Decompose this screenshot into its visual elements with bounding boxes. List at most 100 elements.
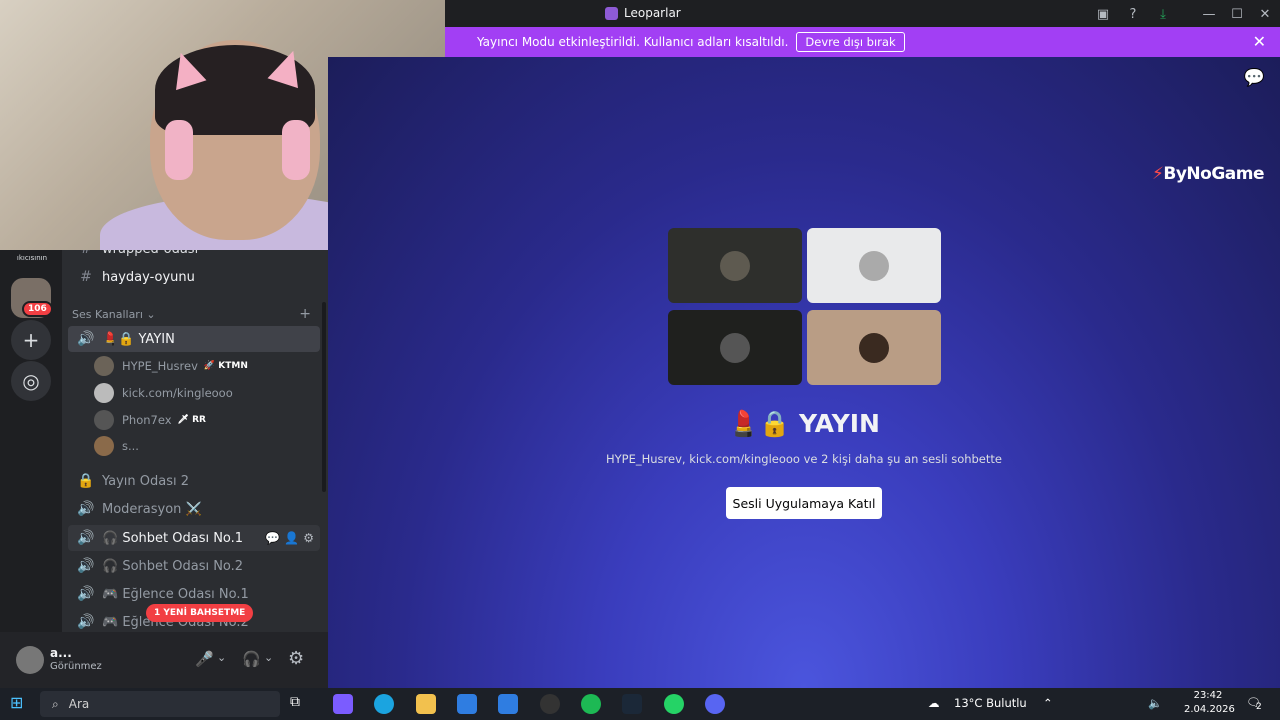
spotify-icon[interactable] xyxy=(581,694,601,714)
server-label: ıkıcısının xyxy=(16,254,48,262)
headphones-icon[interactable]: 🎧 xyxy=(242,650,261,668)
participant-tile[interactable] xyxy=(807,228,941,303)
user-name: kick.com/kingleooo xyxy=(122,386,233,400)
file-explorer-icon[interactable] xyxy=(416,694,436,714)
store-icon[interactable] xyxy=(457,694,477,714)
screen-share-icon[interactable]: ▣ xyxy=(1093,4,1113,24)
invite-icon[interactable]: 👤 xyxy=(284,531,299,545)
user-status: Görünmez xyxy=(50,661,102,672)
channel-yayin[interactable]: 🔊 💄🔒 YAYIN xyxy=(68,326,320,352)
maximize-icon[interactable]: ☐ xyxy=(1227,4,1247,24)
speaker-icon: 🔊 xyxy=(77,558,95,574)
microphone-icon[interactable]: 🎤 xyxy=(195,650,214,668)
user-tag: 🗡 RR xyxy=(177,415,206,425)
headset-right xyxy=(282,120,310,180)
user-name: Phon7ex xyxy=(122,413,172,427)
avatar xyxy=(94,436,114,456)
search-icon: ⌕ xyxy=(52,696,59,711)
brand-name: ByNoGame xyxy=(1163,164,1264,184)
copilot-icon[interactable] xyxy=(333,694,353,714)
close-window-icon[interactable]: ✕ xyxy=(1255,4,1275,24)
channel-moderasyon[interactable]: 🔊 Moderasyon ⚔️ xyxy=(68,496,320,522)
chevron-down-icon[interactable]: ⌄ xyxy=(217,651,226,664)
channel-label: 🎧 Sohbet Odası No.2 xyxy=(102,558,244,574)
channel-label: 🎮 Eğlence Odası No.1 xyxy=(102,586,249,602)
user-name: HYPE_Husrev xyxy=(122,359,198,373)
weather-icon[interactable]: ☁ xyxy=(928,696,940,710)
tray-chevron-icon[interactable]: ⌃ xyxy=(1043,696,1053,710)
participant-tile[interactable] xyxy=(668,310,802,385)
speaker-icon: 🔊 xyxy=(77,586,95,602)
speaker-icon: 🔊 xyxy=(77,530,95,546)
help-icon[interactable]: ? xyxy=(1123,4,1143,24)
add-server-icon[interactable]: + xyxy=(11,320,51,360)
obs-icon[interactable] xyxy=(540,694,560,714)
join-voice-button[interactable]: Sesli Uygulamaya Katıl xyxy=(726,487,882,519)
voice-user[interactable]: HYPE_Husrev 🚀 KTMN xyxy=(94,354,248,378)
chat-icon[interactable]: 💬 xyxy=(1244,68,1265,88)
participant-tile[interactable] xyxy=(807,310,941,385)
chat-icon[interactable]: 💬 xyxy=(265,531,280,545)
sidebar-scrollbar[interactable] xyxy=(322,302,326,492)
avatar xyxy=(94,410,114,430)
voice-channel-view: 💬 ⚡ByNoGame 💄🔒 YAYIN HYPE_Husrev, kick.c… xyxy=(328,57,1280,688)
disable-streamer-mode-button[interactable]: Devre dışı bırak xyxy=(796,32,905,52)
volume-icon[interactable]: 🔈 xyxy=(1148,696,1162,710)
channel-sohbet-2[interactable]: 🔊 🎧 Sohbet Odası No.2 xyxy=(68,553,320,579)
channel-hayday[interactable]: # hayday-oyunu xyxy=(68,264,320,290)
edge-icon[interactable] xyxy=(374,694,394,714)
minimize-icon[interactable]: — xyxy=(1199,4,1219,24)
headset-left xyxy=(165,120,193,180)
window-title: Leoparlar xyxy=(605,6,681,20)
lock-icon: 🔒 xyxy=(77,473,95,489)
settings-icon[interactable]: ⚙ xyxy=(303,531,314,545)
server-list: ıkıcısının 106 + ◎ xyxy=(0,250,62,688)
new-mention-badge[interactable]: 1 YENİ BAHSETME xyxy=(146,604,254,622)
add-channel-icon[interactable]: + xyxy=(299,306,311,322)
channel-label: hayday-oyunu xyxy=(102,269,195,285)
banner-close-icon[interactable]: ✕ xyxy=(1253,32,1266,51)
discord-icon[interactable] xyxy=(705,694,725,714)
mail-icon[interactable] xyxy=(498,694,518,714)
voice-category[interactable]: Ses Kanalları ⌄ + xyxy=(72,306,317,322)
avatar xyxy=(94,356,114,376)
channel-yayin-odasi-2[interactable]: 🔒 Yayın Odası 2 xyxy=(68,468,320,494)
avatar[interactable] xyxy=(16,646,44,674)
windows-start-icon[interactable]: ⊞ xyxy=(10,693,30,713)
channel-label: 🎧 Sohbet Odası No.1 xyxy=(102,530,244,546)
category-label: Ses Kanalları xyxy=(72,308,143,321)
voice-user[interactable]: Phon7ex 🗡 RR xyxy=(94,408,206,432)
channel-label: Yayın Odası 2 xyxy=(102,473,190,489)
app-logo-icon xyxy=(605,6,618,20)
whatsapp-icon[interactable] xyxy=(664,694,684,714)
user-name: a... xyxy=(50,646,72,660)
weather-text[interactable]: 13°C Bulutlu xyxy=(954,696,1027,710)
taskbar: ⊞ ⌕ Ara ⧉ ☁ 13°C Bulutlu ⌃ 🔈 23:42 2.04.2… xyxy=(0,688,1280,720)
task-view-icon[interactable]: ⧉ xyxy=(290,694,310,714)
clock-date[interactable]: 2.04.2026 xyxy=(1184,704,1235,715)
voice-user[interactable]: kick.com/kingleooo xyxy=(94,381,233,405)
channel-label: 💄🔒 YAYIN xyxy=(102,331,175,347)
window-title-text: Leoparlar xyxy=(624,6,681,20)
avatar xyxy=(720,250,750,281)
user-name: s... xyxy=(122,439,139,453)
speaker-icon: 🔊 xyxy=(77,614,95,630)
user-info[interactable]: a... Görünmez xyxy=(50,646,102,674)
avatar xyxy=(859,250,889,281)
user-panel: a... Görünmez 🎤 ⌄ 🎧 ⌄ ⚙ xyxy=(0,632,328,688)
clock-time[interactable]: 23:42 xyxy=(1186,690,1230,701)
participant-tile[interactable] xyxy=(668,228,802,303)
avatar xyxy=(94,383,114,403)
voice-user[interactable]: s... xyxy=(94,434,139,458)
steam-icon[interactable] xyxy=(622,694,642,714)
channel-sidebar: #wrapped-odası #hayday-oyunu Ses Kanalla… xyxy=(62,241,328,688)
server-unread-badge: 106 xyxy=(22,301,53,317)
taskbar-search[interactable]: ⌕ Ara xyxy=(40,691,280,717)
chevron-down-icon[interactable]: ⌄ xyxy=(264,651,273,664)
download-icon[interactable]: ⤓ xyxy=(1153,4,1173,24)
explore-icon[interactable]: ◎ xyxy=(11,361,51,401)
channel-sohbet-1[interactable]: 🔊 🎧 Sohbet Odası No.1 💬 👤 ⚙ xyxy=(68,525,320,551)
channel-actions: 💬 👤 ⚙ xyxy=(265,531,314,545)
user-settings-icon[interactable]: ⚙ xyxy=(288,648,304,669)
avatar xyxy=(859,332,889,363)
